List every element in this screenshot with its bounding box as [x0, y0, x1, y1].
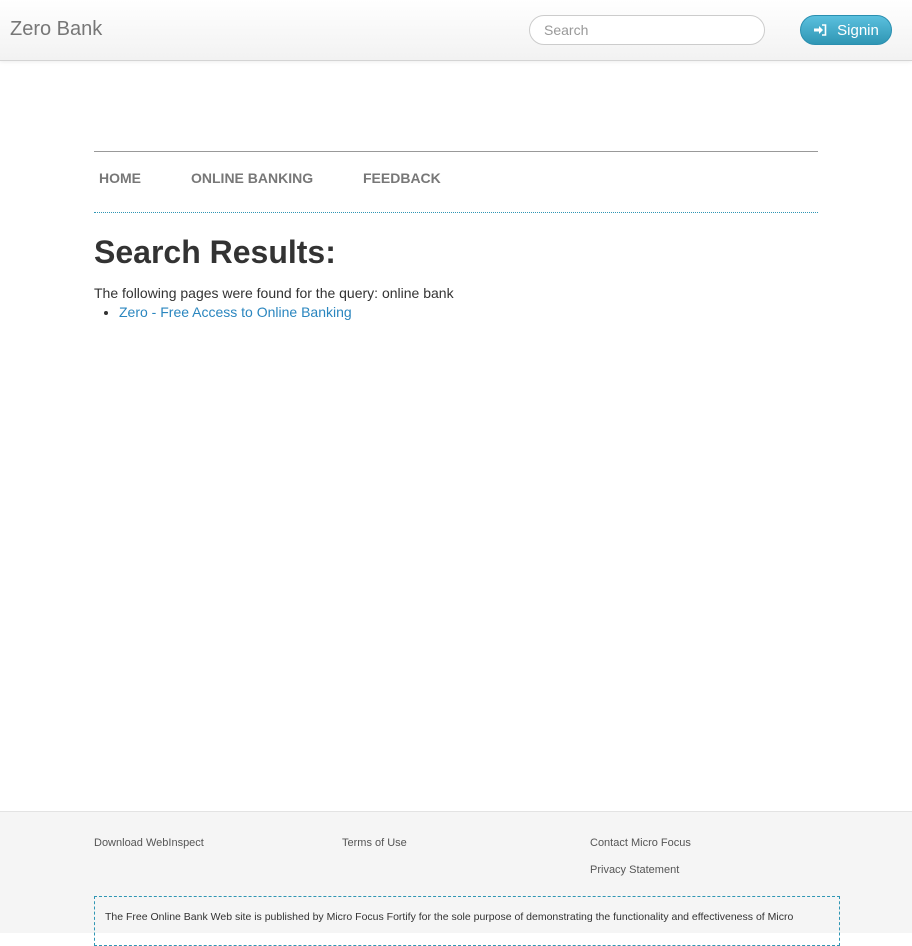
- search-result-summary: The following pages were found for the q…: [94, 285, 454, 301]
- nav-feedback[interactable]: FEEDBACK: [363, 170, 441, 186]
- search-result-list: Zero - Free Access to Online Banking: [94, 304, 352, 320]
- footer-terms-of-use[interactable]: Terms of Use: [342, 837, 407, 849]
- nav-online-banking[interactable]: ONLINE BANKING: [191, 170, 313, 186]
- footer-disclaimer: The Free Online Bank Web site is publish…: [94, 896, 840, 946]
- signin-icon: [813, 24, 827, 36]
- search-input[interactable]: [529, 15, 765, 45]
- signin-label: Signin: [837, 21, 879, 39]
- list-item: Zero - Free Access to Online Banking: [119, 304, 352, 320]
- page-title: Search Results:: [94, 234, 336, 270]
- brand-logo[interactable]: Zero Bank: [10, 18, 102, 41]
- top-navbar: Zero Bank Signin: [0, 0, 912, 61]
- main-nav: HOME ONLINE BANKING FEEDBACK: [94, 151, 818, 213]
- nav-home[interactable]: HOME: [99, 170, 141, 186]
- result-link[interactable]: Zero - Free Access to Online Banking: [119, 304, 352, 320]
- footer-contact[interactable]: Contact Micro Focus: [590, 837, 691, 849]
- footer-privacy-statement[interactable]: Privacy Statement: [590, 864, 679, 876]
- signin-button[interactable]: Signin: [800, 15, 892, 45]
- footer: Download WebInspect Terms of Use Contact…: [0, 811, 912, 946]
- footer-download-webinspect[interactable]: Download WebInspect: [94, 837, 204, 849]
